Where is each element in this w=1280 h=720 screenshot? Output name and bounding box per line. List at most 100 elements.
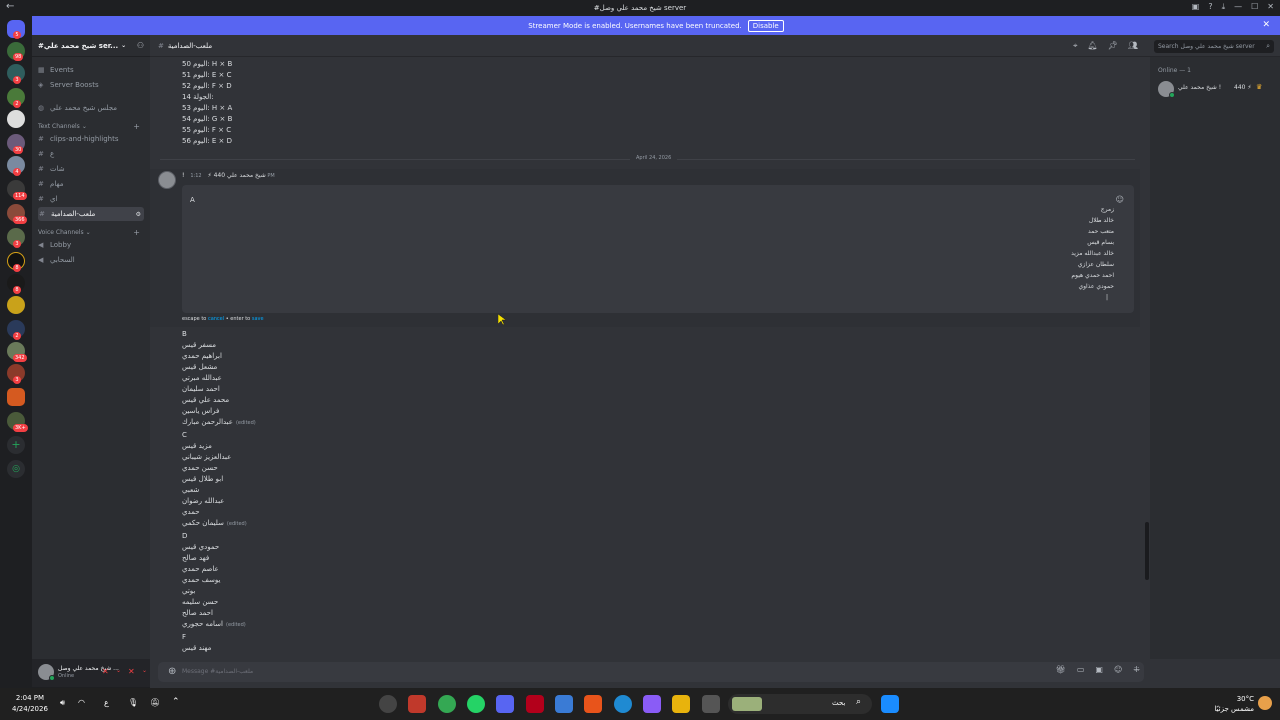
windows-start-icon[interactable]: [881, 695, 899, 713]
message-input[interactable]: ⊕ Message #ملعب-الصدامية: [158, 662, 1144, 682]
search-label: بحث: [832, 699, 846, 707]
chevron-down-icon[interactable]: ⌄: [116, 667, 121, 674]
channel-item[interactable]: # شات: [38, 162, 144, 176]
deafened-icon[interactable]: ✕: [128, 667, 135, 676]
server-icon[interactable]: [7, 388, 25, 406]
save-edit-link[interactable]: save: [252, 316, 264, 322]
download-icon[interactable]: ⤓: [1222, 2, 1226, 12]
taskbar-search-box[interactable]: بحث ⌕: [728, 694, 872, 714]
close-banner-icon[interactable]: ✕: [1262, 20, 1270, 30]
maximize-icon[interactable]: ☐: [1251, 2, 1258, 12]
server-icon[interactable]: [7, 296, 25, 314]
message-line: يوسف حمدي: [182, 576, 221, 584]
wifi-icon[interactable]: ◠: [78, 698, 85, 707]
category-text-channels[interactable]: Text Channels ⌄ +: [38, 119, 144, 133]
add-server-icon[interactable]: +: [7, 436, 25, 454]
message-line: بوتي: [182, 587, 196, 595]
create-channel-icon[interactable]: +: [133, 228, 140, 237]
message-composer: ⊕ Message #ملعب-الصدامية 🎁︎ ▭ ▣ ☺ ⁜: [150, 659, 1280, 688]
message-line: 51 اليوم: E × C: [182, 71, 232, 79]
app-icon[interactable]: [584, 695, 602, 713]
minimize-icon[interactable]: —: [1234, 2, 1242, 12]
mouse-cursor-icon: [498, 314, 506, 325]
threads-icon[interactable]: ⌖: [1073, 41, 1078, 51]
server-icon[interactable]: [7, 110, 25, 128]
discord-icon[interactable]: [496, 695, 514, 713]
sidebar-item-boosts[interactable]: ◈ Server Boosts: [38, 78, 144, 92]
notification-bell-icon[interactable]: 🔔︎: [1088, 41, 1098, 51]
message-line: حمدي: [182, 508, 200, 516]
channel-item[interactable]: # اي: [38, 192, 144, 206]
inbox-icon[interactable]: ▣: [1192, 2, 1200, 12]
server-header[interactable]: #شيخ محمد علي ser... ⌄ ⚇: [32, 35, 150, 57]
copilot-icon[interactable]: [643, 695, 661, 713]
mention-badge: 3: [13, 240, 21, 248]
pin-icon[interactable]: 📌︎: [1108, 41, 1118, 51]
message-line: سليمان حكمي (edited): [182, 519, 247, 527]
settings-gear-icon[interactable]: ⚙: [136, 211, 141, 218]
mention-badge: 3: [13, 76, 21, 84]
edit-hint-text: • enter to: [225, 316, 251, 322]
channel-item[interactable]: # clips-and-highlights: [38, 132, 144, 146]
avatar[interactable]: [158, 171, 176, 189]
emoji-icon[interactable]: ☺: [1116, 195, 1124, 204]
scrollbar[interactable]: [1145, 522, 1149, 580]
message-line: مهند قيس: [182, 644, 212, 652]
online-status-dot: [49, 675, 55, 681]
microphone-icon[interactable]: 🎙︎: [128, 698, 138, 707]
app-icon[interactable]: [379, 695, 397, 713]
gif-icon[interactable]: ▭: [1077, 665, 1085, 674]
sidebar-item-events[interactable]: ▦ Events: [38, 63, 144, 77]
language-indicator[interactable]: ع: [104, 698, 109, 707]
channel-item-active[interactable]: # ملعب-الصدامية ⚙: [38, 207, 144, 221]
task-view-icon[interactable]: [702, 695, 720, 713]
edit-line: زمرج: [1100, 206, 1114, 213]
whatsapp-icon[interactable]: [467, 695, 485, 713]
speaker-icon[interactable]: 🔊︎: [60, 698, 65, 708]
add-attachment-icon[interactable]: ⊕: [168, 666, 176, 677]
channel-sidebar: #شيخ محمد علي ser... ⌄ ⚇ ▦ Events ◈ Serv…: [32, 35, 182, 687]
disable-streamer-button[interactable]: Disable: [747, 19, 784, 32]
create-channel-icon[interactable]: +: [133, 122, 140, 131]
edge-icon[interactable]: [614, 695, 632, 713]
author-tag[interactable]: شيخ محمد علي 440 ⚡: [207, 172, 265, 179]
voice-channel-item[interactable]: ◀ السحابي: [38, 253, 144, 267]
adobe-icon[interactable]: [526, 695, 544, 713]
window-title: #شيخ محمد علي وصل server: [593, 4, 687, 12]
system-clock[interactable]: 2:04 PM 4/24/2026: [12, 693, 48, 715]
mic-muted-icon[interactable]: ✕: [102, 667, 109, 676]
sticker-icon[interactable]: ▣: [1095, 665, 1103, 674]
edit-line: خالد طلال: [1088, 217, 1114, 224]
file-explorer-icon[interactable]: [672, 695, 690, 713]
show-hidden-icons-chevron-icon[interactable]: ⌃: [172, 697, 180, 707]
sidebar-item-hidden-channel[interactable]: ◍ مجلس شيخ محمد علي: [38, 101, 144, 115]
voice-channel-item[interactable]: ◀ Lobby: [38, 238, 144, 252]
message-edit-textarea[interactable]: A ☺ زمرج خالد طلال متعب حمد بسام قيس خال…: [182, 185, 1134, 313]
channel-item[interactable]: # مهام: [38, 177, 144, 191]
help-icon[interactable]: ?: [1208, 2, 1212, 12]
invite-people-icon[interactable]: ⚇: [137, 41, 144, 50]
chrome-icon[interactable]: [438, 695, 456, 713]
emoji-icon[interactable]: ☺: [1114, 665, 1122, 674]
chevron-down-icon[interactable]: ⌄: [142, 667, 147, 674]
app-icon[interactable]: [408, 695, 426, 713]
author-name[interactable]: !: [182, 172, 184, 179]
category-voice-channels[interactable]: Voice Channels ⌄ +: [38, 225, 144, 239]
member-section-header: Online — 1: [1158, 67, 1191, 74]
store-icon[interactable]: [555, 695, 573, 713]
cancel-edit-link[interactable]: cancel: [208, 316, 224, 322]
message-line: فهد صالح: [182, 554, 210, 562]
member-list-icon[interactable]: 👥︎: [1128, 41, 1138, 51]
search-input[interactable]: Search شيخ محمد علي وصل server ⌕: [1154, 40, 1274, 53]
discover-icon[interactable]: ◎: [7, 460, 25, 478]
weather-widget[interactable]: 30°C مشمس جزئيًا: [1214, 694, 1254, 714]
member-item[interactable]: شيخ محمد علي ! 440 ⚡ ♛: [1158, 79, 1276, 99]
close-window-icon[interactable]: ✕: [1267, 2, 1274, 12]
mention-badge: 366: [13, 216, 27, 224]
apps-icon[interactable]: ⁜: [1133, 665, 1140, 674]
mention-badge: 8: [13, 286, 21, 294]
notifications-off-icon[interactable]: 🔕︎: [150, 698, 160, 707]
mention-badge: 4: [13, 168, 21, 176]
gift-icon[interactable]: 🎁︎: [1056, 665, 1066, 674]
channel-item[interactable]: # ع: [38, 147, 144, 161]
